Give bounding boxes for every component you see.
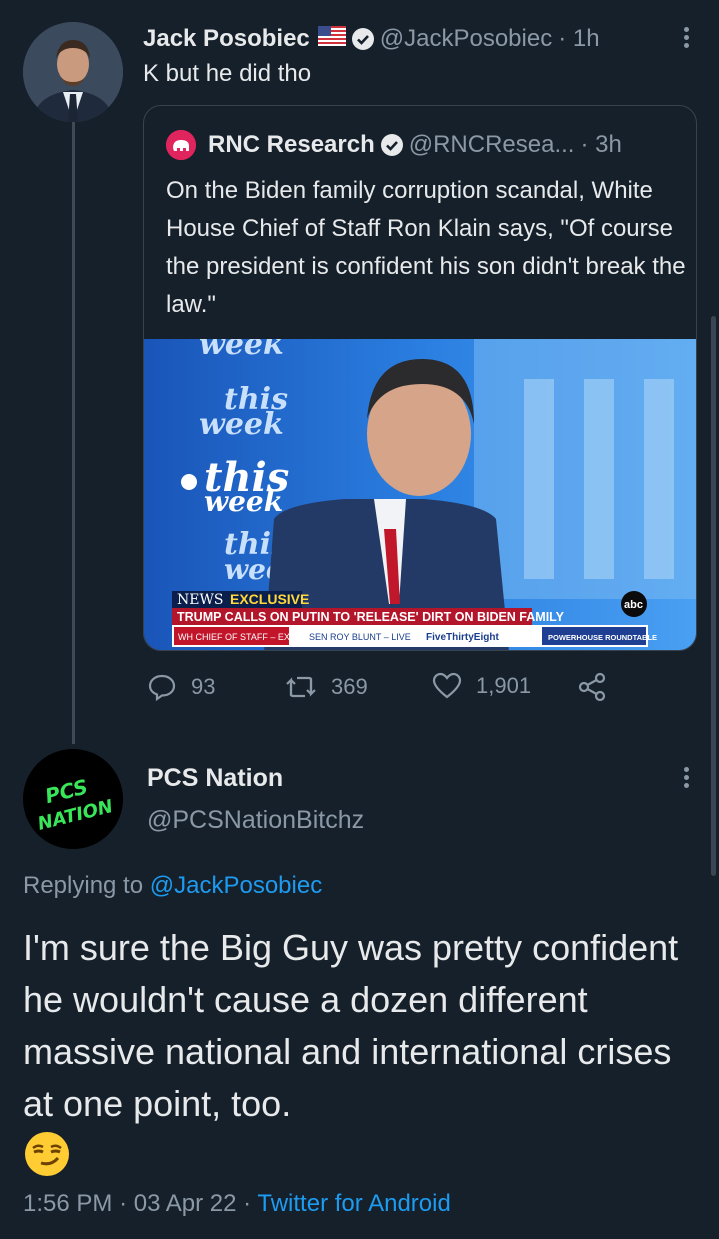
ticker-item: POWERHOUSE ROUNDTABLE (548, 633, 657, 642)
replying-prefix: Replying to (23, 872, 144, 899)
tweet-time: 1:56 PM (23, 1190, 113, 1217)
rnc-elephant-logo-icon (166, 130, 196, 160)
more-options-icon[interactable] (681, 24, 691, 54)
news-logo: NEWS (177, 592, 223, 608)
news-broadcast-frame: week this week this week this wee NEWS E… (144, 339, 696, 650)
pcs-nation-avatar[interactable]: PCS NATION (23, 749, 123, 849)
quoted-tweet-time: · 3h (580, 131, 622, 158)
tweet-action-bar: 93 369 1,901 (143, 672, 643, 706)
abc-watermark-text: abc (624, 599, 643, 611)
retweet-count: 369 (331, 674, 368, 699)
reply-author-handle[interactable]: @PCSNationBitchz (147, 806, 364, 835)
quoted-author-handle: @RNCResea... (408, 131, 575, 158)
share-button[interactable] (577, 672, 621, 702)
verified-badge-icon (351, 28, 374, 50)
like-count: 1,901 (476, 673, 532, 698)
retweet-icon (286, 676, 316, 698)
reply-tweet-text: I'm sure the Big Guy was pretty confiden… (23, 927, 679, 1124)
ticker-item: FiveThirtyEight (426, 632, 499, 643)
quoted-tweet-header: RNC Research @RNCResea... · 3h (166, 130, 622, 160)
like-button[interactable]: 1,901 (432, 672, 531, 700)
bg-text: week (204, 485, 283, 518)
tweet-header: Jack Posobiec @JackPosobiec · 1h (143, 22, 600, 56)
tweet-date: 03 Apr 22 (133, 1190, 237, 1217)
replying-to-line: Replying to @JackPosobiec (23, 872, 322, 900)
tweet-text: K but he did tho (143, 60, 312, 87)
replying-to-link[interactable]: @JackPosobiec (150, 872, 322, 899)
tweet-metadata: 1:56 PM · 03 Apr 22 · Twitter for Androi… (23, 1190, 451, 1218)
news-headline: TRUMP CALLS ON PUTIN TO 'RELEASE' DIRT O… (177, 610, 565, 624)
author-handle[interactable]: @JackPosobiec (380, 25, 552, 53)
quoted-tweet-video-thumbnail[interactable]: week this week this week this wee NEWS E… (144, 339, 696, 650)
thread-connector-line (72, 122, 75, 744)
separator: · (119, 1190, 128, 1217)
retweet-button[interactable]: 369 (285, 672, 368, 702)
ticker-item: SEN ROY BLUNT – LIVE (309, 632, 411, 642)
reply-icon (148, 674, 176, 702)
separator: · (243, 1190, 252, 1217)
scrollbar[interactable] (711, 316, 716, 876)
jack-posobiec-avatar[interactable] (23, 22, 123, 122)
reply-button[interactable]: 93 (147, 672, 215, 702)
more-options-icon[interactable] (681, 764, 691, 794)
tweet-time: · 1h (558, 25, 600, 52)
quoted-tweet-card[interactable]: RNC Research @RNCResea... · 3h On the Bi… (143, 105, 697, 651)
quoted-author-name: RNC Research (208, 131, 375, 158)
smirk-emoji-icon (23, 1130, 71, 1178)
reply-author-name[interactable]: PCS Nation (147, 764, 283, 793)
author-name[interactable]: Jack Posobiec (143, 25, 310, 53)
ticker-item: WH CHIEF OF STAFF – EXCLUSIVE (178, 632, 328, 642)
bg-text: week (199, 407, 284, 442)
pcs-nation-logo: PCS NATION (23, 749, 123, 849)
exclusive-label: EXCLUSIVE (230, 591, 309, 607)
us-flag-icon (317, 25, 346, 53)
abc-logo-icon (181, 474, 197, 490)
quoted-tweet-text: On the Biden family corruption scandal, … (166, 177, 686, 318)
bg-text: week (199, 339, 284, 362)
share-icon (578, 672, 606, 702)
tweet-source-link[interactable]: Twitter for Android (257, 1190, 450, 1217)
heart-icon (432, 672, 462, 699)
avatar-photo (23, 22, 123, 122)
verified-badge-icon (380, 134, 403, 156)
reply-count: 93 (191, 674, 216, 699)
